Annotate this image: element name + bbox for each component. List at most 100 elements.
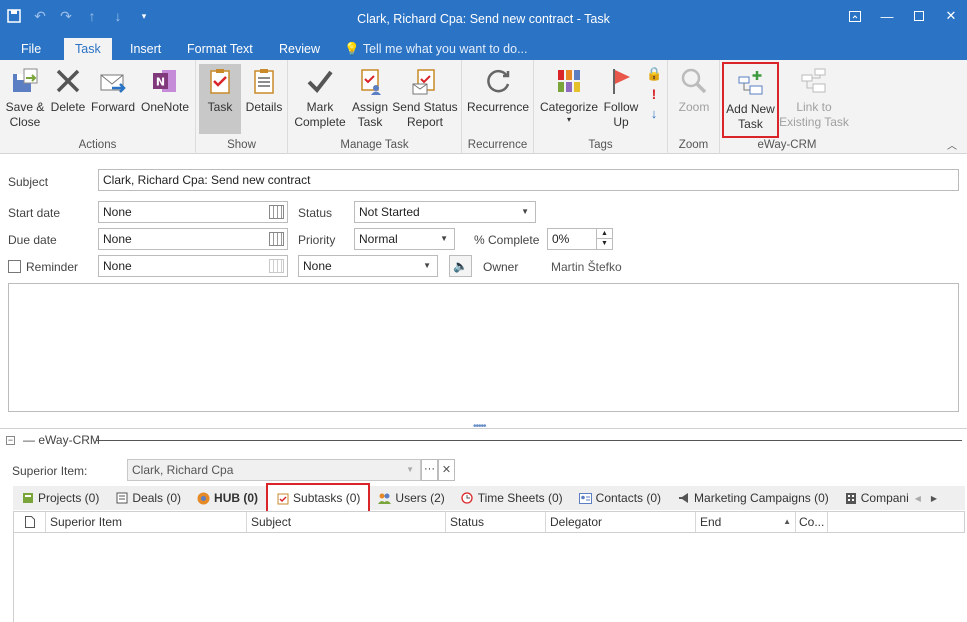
subject-input[interactable]: Clark, Richard Cpa: Send new contract	[98, 169, 959, 191]
subject-label: Subject	[8, 175, 49, 189]
details-button[interactable]: Details	[242, 64, 286, 134]
column-end[interactable]: End ▲	[696, 512, 796, 532]
chevron-down-icon: ▼	[521, 207, 529, 216]
recurrence-button[interactable]: Recurrence	[466, 64, 530, 134]
add-new-task-button[interactable]: Add New Task	[722, 62, 779, 138]
delete-button[interactable]: Delete	[48, 64, 88, 134]
tab-users[interactable]: Users (2)	[370, 486, 452, 510]
owner-label: Owner	[483, 260, 519, 274]
calendar-icon[interactable]	[269, 205, 284, 219]
tab-projects[interactable]: Projects (0)	[13, 486, 107, 510]
link-existing-task-button[interactable]: Link to Existing Task	[779, 64, 849, 134]
high-importance-icon[interactable]: !	[646, 86, 662, 106]
column-delegator[interactable]: Delegator	[546, 512, 696, 532]
tab-task[interactable]: Task	[64, 38, 112, 60]
collapse-ribbon-icon[interactable]: ︿	[947, 137, 957, 152]
reminder-date-input[interactable]: None	[98, 255, 288, 277]
zoom-group-label: Zoom	[678, 139, 709, 151]
task-view-button[interactable]: Task	[199, 64, 241, 134]
save-close-button[interactable]: Save & Close	[4, 64, 46, 134]
tab-review[interactable]: Review	[268, 38, 331, 60]
status-select[interactable]: Not Started ▼	[354, 201, 536, 223]
column-co[interactable]: Co...	[796, 512, 828, 532]
save-close-label: Save & Close	[5, 100, 45, 129]
tell-me-search[interactable]: 💡 Tell me what you want to do...	[344, 38, 528, 60]
tab-subtasks[interactable]: Subtasks (0)	[266, 483, 371, 513]
tab-marketing-campaigns[interactable]: Marketing Campaigns (0)	[669, 486, 837, 510]
percent-complete-stepper[interactable]: 0% ▲ ▼	[547, 228, 613, 250]
title-bar: ↶ ↷ ↑ ↓ ▾ Clark, Richard Cpa: Send new c…	[0, 0, 967, 38]
manage-task-group-label: Manage Task	[340, 139, 409, 151]
ribbon-display-options-icon[interactable]	[839, 4, 871, 28]
stepper-down-icon[interactable]: ▼	[596, 239, 612, 249]
notes-body-textarea[interactable]	[8, 283, 959, 412]
superior-item-input[interactable]: Clark, Richard Cpa ▼	[127, 459, 421, 481]
column-status[interactable]: Status	[446, 512, 546, 532]
ribbon: Save & Close Delete Forward N OneNote Ac…	[0, 60, 967, 154]
splitter-handle[interactable]: •••••	[473, 421, 486, 432]
reminder-checkbox[interactable]	[8, 260, 21, 273]
assign-task-button[interactable]: Assign Task	[349, 64, 391, 134]
due-date-input[interactable]: None	[98, 228, 288, 250]
categorize-button[interactable]: Categorize ▾	[539, 64, 599, 134]
link-existing-task-icon	[798, 64, 830, 98]
tab-deals[interactable]: Deals (0)	[107, 486, 189, 510]
stepper-up-icon[interactable]: ▲	[596, 229, 612, 239]
mark-complete-button[interactable]: Mark Complete	[292, 64, 348, 134]
collapse-minus-icon[interactable]: −	[6, 435, 15, 445]
task-view-label: Task	[207, 100, 233, 114]
forward-button[interactable]: Forward	[90, 64, 136, 134]
private-lock-icon[interactable]: 🔒	[646, 66, 662, 86]
forward-icon	[97, 64, 129, 98]
scroll-left-icon[interactable]: ◀	[915, 494, 921, 503]
svg-text:N: N	[156, 76, 165, 89]
zoom-button[interactable]: Zoom	[672, 64, 716, 134]
tab-contacts[interactable]: Contacts (0)	[571, 486, 669, 510]
assign-task-label: Assign Task	[351, 100, 389, 129]
scroll-right-icon[interactable]: ▶	[931, 494, 937, 503]
subtasks-grid-header: Superior Item Subject Status Delegator E…	[13, 511, 965, 533]
send-status-report-button[interactable]: Send Status Report	[392, 64, 458, 134]
subtasks-grid-body[interactable]	[13, 533, 965, 622]
checkmark-icon	[304, 64, 336, 98]
minimize-icon[interactable]: —	[871, 4, 903, 28]
tab-insert[interactable]: Insert	[119, 38, 172, 60]
start-date-input[interactable]: None	[98, 201, 288, 223]
link-existing-task-label: Link to Existing Task	[779, 100, 849, 129]
onenote-button[interactable]: N OneNote	[138, 64, 192, 134]
tab-time-sheets[interactable]: Time Sheets (0)	[453, 486, 571, 510]
column-superior-item[interactable]: Superior Item	[46, 512, 247, 532]
flag-icon	[605, 64, 637, 98]
calendar-icon[interactable]	[269, 232, 284, 246]
clock-icon	[461, 492, 474, 505]
calendar-icon[interactable]	[269, 259, 284, 273]
superior-item-browse-button[interactable]: ···	[421, 459, 438, 481]
tab-format-text[interactable]: Format Text	[176, 38, 264, 60]
onenote-icon: N	[149, 64, 181, 98]
ribbon-tab-row: File Task Insert Format Text Review 💡 Te…	[0, 38, 967, 60]
reminder-sound-button[interactable]: 🔈	[449, 255, 472, 277]
tab-companies[interactable]: Companies	[837, 486, 909, 510]
eway-group-label: eWay-CRM	[757, 139, 817, 151]
deals-icon	[115, 492, 128, 505]
close-icon[interactable]: ✕	[935, 4, 967, 28]
delete-icon	[52, 64, 84, 98]
priority-select[interactable]: Normal ▼	[354, 228, 455, 250]
crm-panel-title: — eWay-CRM	[23, 433, 100, 447]
reminder-time-select[interactable]: None ▼	[298, 255, 438, 277]
recurrence-label: Recurrence	[466, 100, 530, 114]
maximize-icon[interactable]	[903, 4, 935, 28]
tab-file[interactable]: File	[10, 38, 52, 60]
megaphone-icon	[677, 492, 690, 505]
subtasks-icon	[276, 492, 289, 505]
due-date-label: Due date	[8, 233, 57, 247]
follow-up-button[interactable]: Follow Up	[601, 64, 641, 134]
recurrence-icon	[482, 64, 514, 98]
superior-item-clear-button[interactable]: ✕	[438, 459, 455, 481]
details-label: Details	[245, 100, 283, 114]
hub-icon	[197, 492, 210, 505]
column-subject[interactable]: Subject	[247, 512, 446, 532]
tab-hub[interactable]: HUB (0)	[189, 486, 266, 510]
crm-header-rule	[96, 440, 962, 441]
low-importance-icon[interactable]: ↓	[646, 106, 662, 126]
